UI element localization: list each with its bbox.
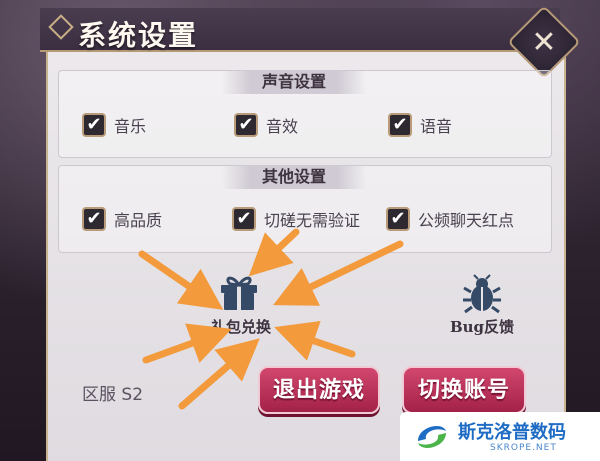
chat-red-dot-option[interactable]: ✔ 公频聊天红点 bbox=[386, 206, 514, 232]
checkbox-check-icon[interactable]: ✔ bbox=[82, 207, 106, 231]
watermark-name: 斯克洛普数码 bbox=[458, 422, 566, 443]
sound-settings-heading: 声音设置 bbox=[222, 70, 366, 94]
server-label: 区服 S2 bbox=[82, 385, 144, 405]
other-settings-heading: 其他设置 bbox=[222, 165, 366, 189]
checkbox-check-icon[interactable]: ✔ bbox=[234, 113, 258, 137]
checkbox-check-icon[interactable]: ✔ bbox=[82, 113, 106, 137]
sound-effects-label: 音效 bbox=[266, 117, 299, 136]
watermark-logo-icon bbox=[418, 426, 446, 448]
music-label: 音乐 bbox=[114, 117, 147, 136]
high-quality-label: 高品质 bbox=[114, 211, 163, 230]
checkbox-check-icon[interactable]: ✔ bbox=[232, 207, 256, 231]
voice-label: 语音 bbox=[420, 117, 453, 136]
watermark-site: SKROPE.NET bbox=[490, 443, 557, 453]
page-title: 系统设置 bbox=[78, 19, 199, 52]
bug-report-label[interactable]: Bug反馈 bbox=[440, 316, 524, 337]
gift-redeem-label[interactable]: 礼包兑换 bbox=[196, 316, 286, 337]
checkbox-check-icon[interactable]: ✔ bbox=[388, 113, 412, 137]
exit-game-button[interactable]: 退出游戏 bbox=[258, 366, 380, 414]
switch-account-button[interactable]: 切换账号 bbox=[402, 366, 526, 414]
duel-no-verify-option[interactable]: ✔ 切磋无需验证 bbox=[232, 206, 360, 232]
high-quality-option[interactable]: ✔ 高品质 bbox=[82, 206, 162, 232]
bug-icon[interactable] bbox=[462, 274, 502, 314]
duel-no-verify-label: 切磋无需验证 bbox=[264, 211, 361, 230]
voice-option[interactable]: ✔ 语音 bbox=[388, 112, 452, 138]
checkbox-check-icon[interactable]: ✔ bbox=[386, 207, 410, 231]
sound-effects-option[interactable]: ✔ 音效 bbox=[234, 112, 298, 138]
music-option[interactable]: ✔ 音乐 bbox=[82, 112, 146, 138]
close-icon[interactable]: ✕ bbox=[525, 24, 563, 62]
chat-red-dot-label: 公频聊天红点 bbox=[418, 211, 515, 230]
gift-icon[interactable] bbox=[218, 272, 260, 312]
